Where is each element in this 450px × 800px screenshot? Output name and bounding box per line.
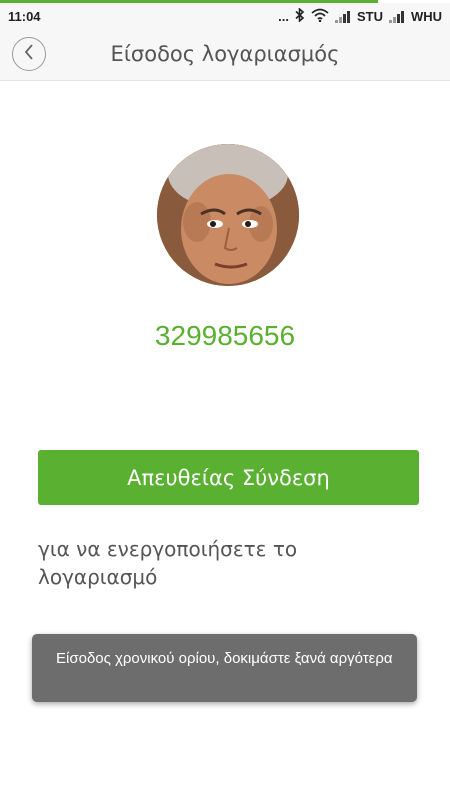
wifi-icon (311, 8, 329, 25)
bluetooth-icon (295, 7, 305, 25)
toast-message: Είσοδος χρονικού ορίου, δοκιμάστε ξανά α… (56, 650, 393, 667)
avatar-photo (157, 144, 299, 286)
status-dots: ... (278, 9, 289, 24)
signal-icon (388, 10, 405, 23)
activation-hint-text: για να ενεργοποιήσετε το λογαριασμό (38, 537, 298, 589)
page-title: Είσοδος λογαριασμός (110, 42, 340, 66)
login-screen: 11:04 ... STU WHU Είσοδος λογαριασμός 32… (0, 0, 450, 800)
timeout-toast: Είσοδος χρονικού ορίου, δοκιμάστε ξανά α… (32, 634, 417, 702)
signal-icon (334, 10, 351, 23)
status-icons: ... STU WHU (278, 7, 442, 25)
direct-login-button[interactable]: Απευθείας Σύνδεση (38, 450, 419, 505)
status-time: 11:04 (8, 9, 41, 24)
carrier-name-1: STU (356, 9, 383, 24)
account-number: 329985656 (154, 320, 296, 351)
status-bar: 11:04 ... STU WHU (0, 3, 450, 31)
avatar (157, 144, 299, 286)
carrier-name-2: WHU (410, 9, 442, 24)
app-header: Είσοδος λογαριασμός (0, 31, 450, 81)
